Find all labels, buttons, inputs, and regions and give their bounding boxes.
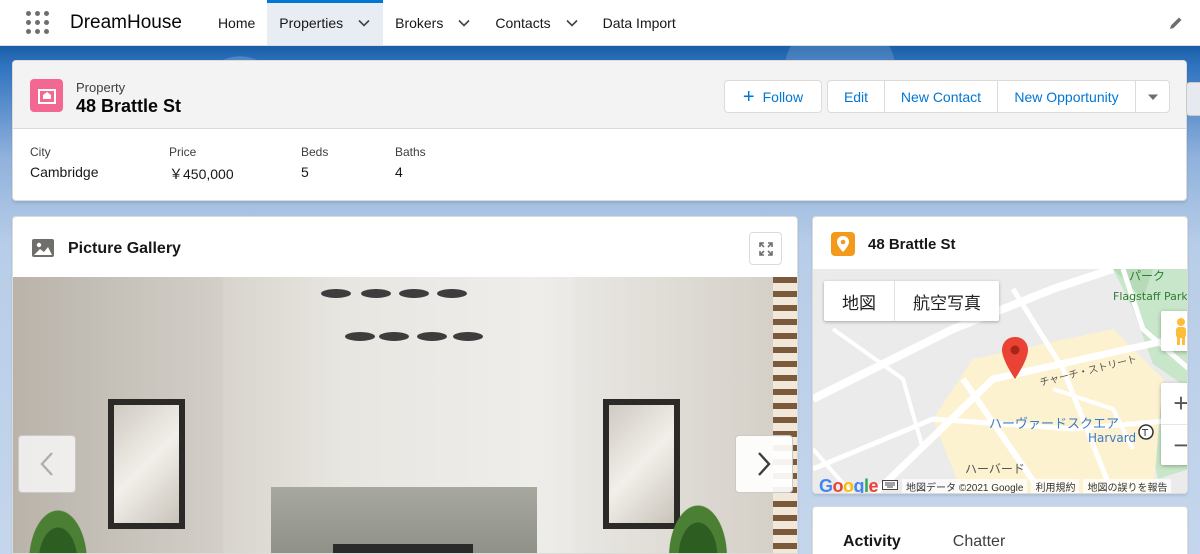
map-data-attribution: 地図データ ©2021 Google <box>902 479 1028 493</box>
nav-item-home[interactable]: Home <box>206 0 267 45</box>
photo-fireplace-opening <box>333 544 473 553</box>
photo-window-blinds <box>773 277 797 553</box>
zoom-out-button[interactable]: − <box>1161 424 1187 465</box>
photo-ceiling-light <box>321 289 351 298</box>
map-header: 48 Brattle St <box>813 217 1187 269</box>
edit-nav-pencil-icon[interactable] <box>1168 15 1184 31</box>
chevron-down-icon[interactable] <box>357 16 371 30</box>
field-price: Price ￥450,000 <box>169 145 301 184</box>
new-contact-button[interactable]: New Contact <box>884 80 998 113</box>
record-title: 48 Brattle St <box>76 96 182 116</box>
record-header-top: Property 48 Brattle St + Follow Edit New… <box>13 61 1186 129</box>
map-label-harvard-jp: ハーバード <box>965 462 1025 476</box>
activity-card: Activity Chatter <box>812 506 1188 554</box>
chevron-down-icon[interactable] <box>457 16 471 30</box>
nav-item-properties[interactable]: Properties <box>267 0 384 45</box>
zoom-in-button[interactable]: + <box>1161 383 1187 424</box>
photo-ceiling-light <box>453 332 483 341</box>
global-nav: DreamHouse Home Properties Brokers Conta… <box>0 0 1200 46</box>
map-title: 48 Brattle St <box>868 236 956 253</box>
caret-down-icon <box>1147 94 1158 100</box>
nav-item-label: Contacts <box>495 14 551 31</box>
map-footer: Google 地図データ ©2021 Google 利用規約 地図の誤りを報告 <box>813 475 1187 494</box>
map-type-satellite[interactable]: 航空写真 <box>894 281 999 321</box>
follow-button-label: Follow <box>762 88 804 105</box>
nav-item-label: Properties <box>279 14 344 31</box>
map-label-park-jp: パーク <box>1129 269 1166 283</box>
map-report-error-link[interactable]: 地図の誤りを報告 <box>1083 479 1172 493</box>
street-view-pegman-icon[interactable] <box>1161 311 1187 351</box>
photo-ceiling-light <box>345 332 375 341</box>
map-zoom-control: + − <box>1161 383 1187 465</box>
keyboard-icon[interactable] <box>882 479 899 493</box>
app-launcher-icon[interactable] <box>14 0 60 45</box>
field-value: ￥450,000 <box>169 166 234 182</box>
highlights-panel: City Cambridge Price ￥450,000 Beds 5 Bat… <box>30 145 475 184</box>
new-opportunity-button[interactable]: New Opportunity <box>997 80 1136 113</box>
expand-icon <box>758 241 773 256</box>
nav-item-contacts[interactable]: Contacts <box>483 0 590 45</box>
google-logo: Google <box>819 475 879 494</box>
map-terms-link[interactable]: 利用規約 <box>1031 479 1080 493</box>
google-map[interactable]: T 地図 航空写真 パーク Flagstaff Park チャーチ・ストリート … <box>813 269 1188 494</box>
photo-ceiling-light <box>399 289 429 298</box>
map-label-harvard-square: ハーヴァードスクエア <box>989 417 1120 432</box>
expand-button[interactable] <box>749 232 782 265</box>
field-beds: Beds 5 <box>301 145 395 184</box>
field-baths: Baths 4 <box>395 145 475 184</box>
photo-wall-art <box>108 399 185 529</box>
map-label-harvard: Harvard <box>1088 431 1137 445</box>
map-label-park-en: Flagstaff Park <box>1113 290 1188 303</box>
picture-gallery-card: Picture Gallery <box>12 216 798 554</box>
gallery-header: Picture Gallery <box>13 217 797 277</box>
tab-chatter[interactable]: Chatter <box>953 533 1005 551</box>
photo-ceiling-light <box>417 332 447 341</box>
nav-item-label: Data Import <box>602 14 676 31</box>
field-value: 5 <box>301 164 309 180</box>
plus-icon: + <box>742 85 755 108</box>
chevron-left-icon <box>40 452 53 476</box>
record-header: Property 48 Brattle St + Follow Edit New… <box>12 60 1187 201</box>
field-label: City <box>30 145 51 159</box>
utility-panel-toggle[interactable] <box>1186 82 1200 116</box>
previous-image-button[interactable] <box>18 435 76 493</box>
svg-text:T: T <box>1141 428 1149 439</box>
nav-item-brokers[interactable]: Brokers <box>383 0 483 45</box>
chevron-down-icon[interactable] <box>565 16 579 30</box>
property-photo <box>13 277 797 553</box>
nav-item-label: Home <box>217 14 256 31</box>
field-value: Cambridge <box>30 164 99 180</box>
gallery-title: Picture Gallery <box>68 240 181 257</box>
field-value: 4 <box>395 164 403 180</box>
field-label: Beds <box>301 145 329 159</box>
field-label: Price <box>169 145 197 159</box>
nav-item-data-import[interactable]: Data Import <box>591 0 688 45</box>
photo-ceiling-light <box>361 289 391 298</box>
nav-item-label: Brokers <box>395 14 444 31</box>
photo-plant <box>653 477 743 553</box>
map-card: 48 Brattle St T 地図 航空写真 パーク Flagstaff Pa <box>812 216 1188 494</box>
property-icon <box>30 79 63 112</box>
chevron-right-icon <box>758 452 771 476</box>
edit-button[interactable]: Edit <box>827 80 885 113</box>
record-type-label: Property <box>76 80 126 95</box>
photo-ceiling-light <box>437 289 467 298</box>
field-label: Baths <box>395 145 426 159</box>
tab-activity[interactable]: Activity <box>843 533 901 551</box>
field-city: City Cambridge <box>30 145 169 184</box>
map-type-roadmap[interactable]: 地図 <box>824 281 894 321</box>
map-pin-icon[interactable] <box>1002 337 1028 379</box>
app-name: DreamHouse <box>70 11 182 33</box>
follow-button[interactable]: + Follow <box>724 80 822 113</box>
map-type-control: 地図 航空写真 <box>824 281 999 321</box>
next-image-button[interactable] <box>735 435 793 493</box>
activity-tabs: Activity Chatter <box>843 533 1057 551</box>
location-icon <box>831 232 855 256</box>
image-icon <box>32 239 54 257</box>
more-actions-button[interactable] <box>1135 80 1170 113</box>
photo-ceiling-light <box>379 332 409 341</box>
